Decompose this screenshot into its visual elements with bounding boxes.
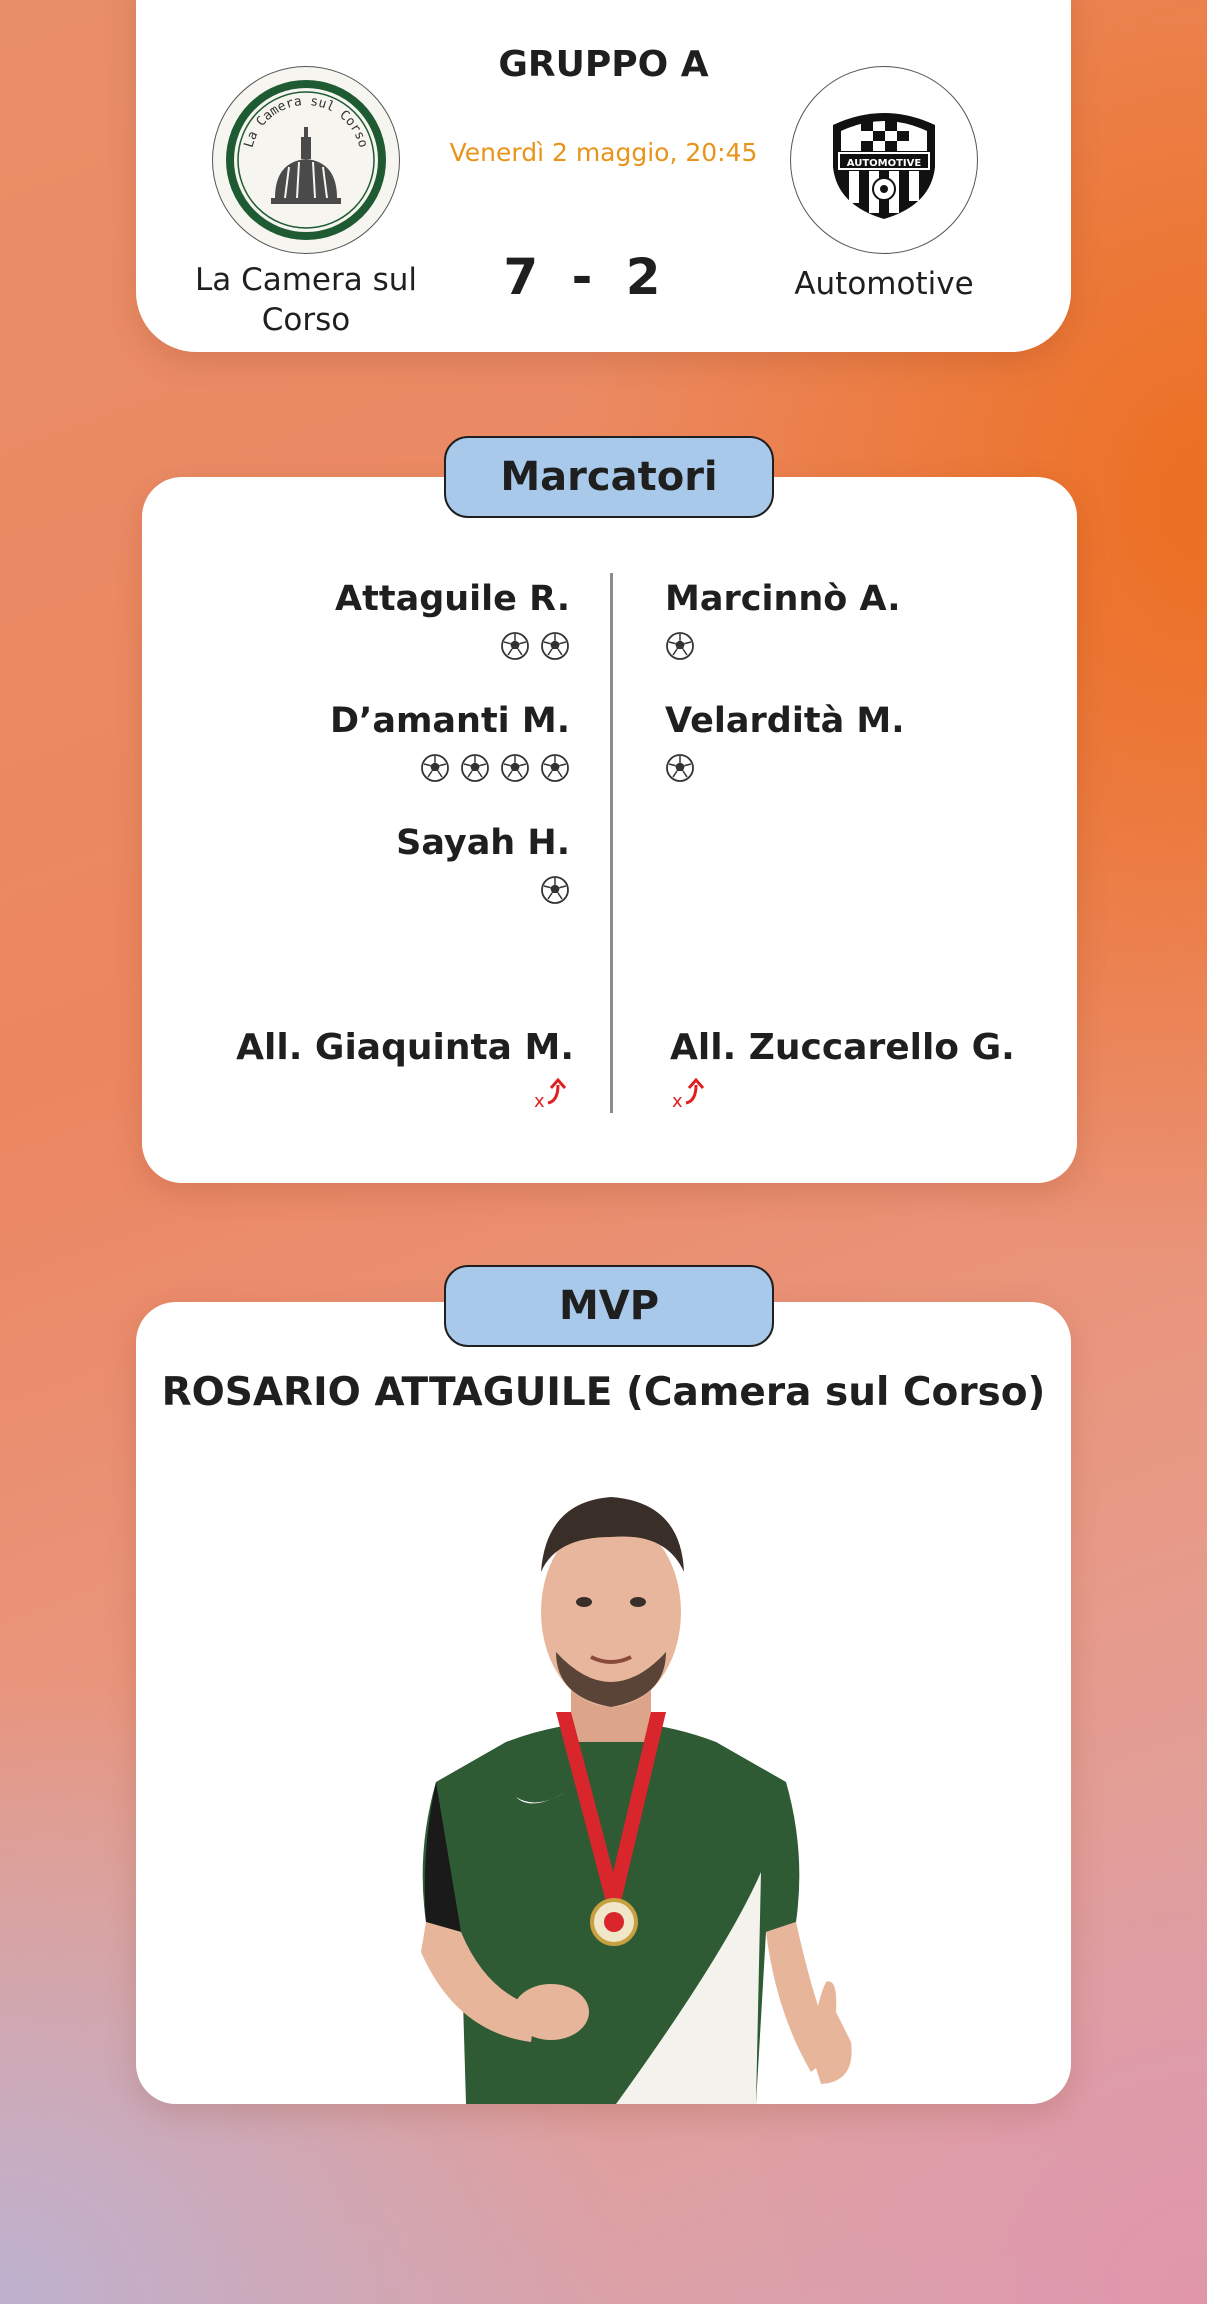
substitution-arrow-icon: x xyxy=(672,1077,705,1109)
soccer-ball-icon xyxy=(501,754,529,782)
away-team-logo: AUTOMOTIVE xyxy=(790,66,978,254)
score-separator: - xyxy=(571,248,601,306)
soccer-ball-icon xyxy=(541,876,569,904)
svg-text:x: x xyxy=(534,1091,545,1109)
home-team-logo: La Camera sul Corso xyxy=(212,66,400,254)
match-card: GRUPPO A Venerdì 2 maggio, 20:45 La Came… xyxy=(136,0,1071,352)
svg-text:x: x xyxy=(672,1091,683,1109)
goal-count xyxy=(530,873,570,905)
home-scorer-name: Sayah H. xyxy=(396,823,570,863)
goal-count xyxy=(410,751,570,783)
away-team-name: Automotive xyxy=(794,266,974,302)
dome-icon: La Camera sul Corso xyxy=(226,80,386,240)
soccer-ball-icon xyxy=(421,754,449,782)
shield-crest-icon: AUTOMOTIVE xyxy=(833,113,935,219)
home-score: 7 xyxy=(503,248,547,306)
soccer-ball-icon xyxy=(541,632,569,660)
soccer-ball-icon xyxy=(666,754,694,782)
goal-count xyxy=(665,629,705,661)
player-photo xyxy=(421,1497,852,2104)
goal-count xyxy=(665,751,705,783)
scorers-card: Attaguile R. D’amanti M. Sayah H. Marcinnò… xyxy=(142,477,1077,1183)
goal-count xyxy=(490,629,570,661)
soccer-ball-icon xyxy=(501,632,529,660)
scorers-divider xyxy=(610,573,613,1113)
scorers-label: Marcatori xyxy=(444,436,774,518)
soccer-ball-icon xyxy=(666,632,694,660)
mvp-card: ROSARIO ATTAGUILE (Camera sul Corso) xyxy=(136,1302,1071,2104)
away-scorer-name: Velardità M. xyxy=(665,701,905,741)
away-logo-text: AUTOMOTIVE xyxy=(847,158,922,169)
home-coach: All. Giaquinta M. xyxy=(236,1027,574,1068)
away-coach: All. Zuccarello G. xyxy=(670,1027,1015,1068)
home-scorer-name: Attaguile R. xyxy=(335,579,570,619)
substitution-arrow-icon: x xyxy=(534,1077,567,1109)
away-scorer-name: Marcinnò A. xyxy=(665,579,901,619)
away-score: 2 xyxy=(625,248,669,306)
mvp-player-name: ROSARIO ATTAGUILE (Camera sul Corso) xyxy=(161,1370,1046,1415)
soccer-ball-icon xyxy=(541,754,569,782)
soccer-ball-icon xyxy=(461,754,489,782)
mvp-label: MVP xyxy=(444,1265,774,1347)
home-scorer-name: D’amanti M. xyxy=(329,701,570,741)
